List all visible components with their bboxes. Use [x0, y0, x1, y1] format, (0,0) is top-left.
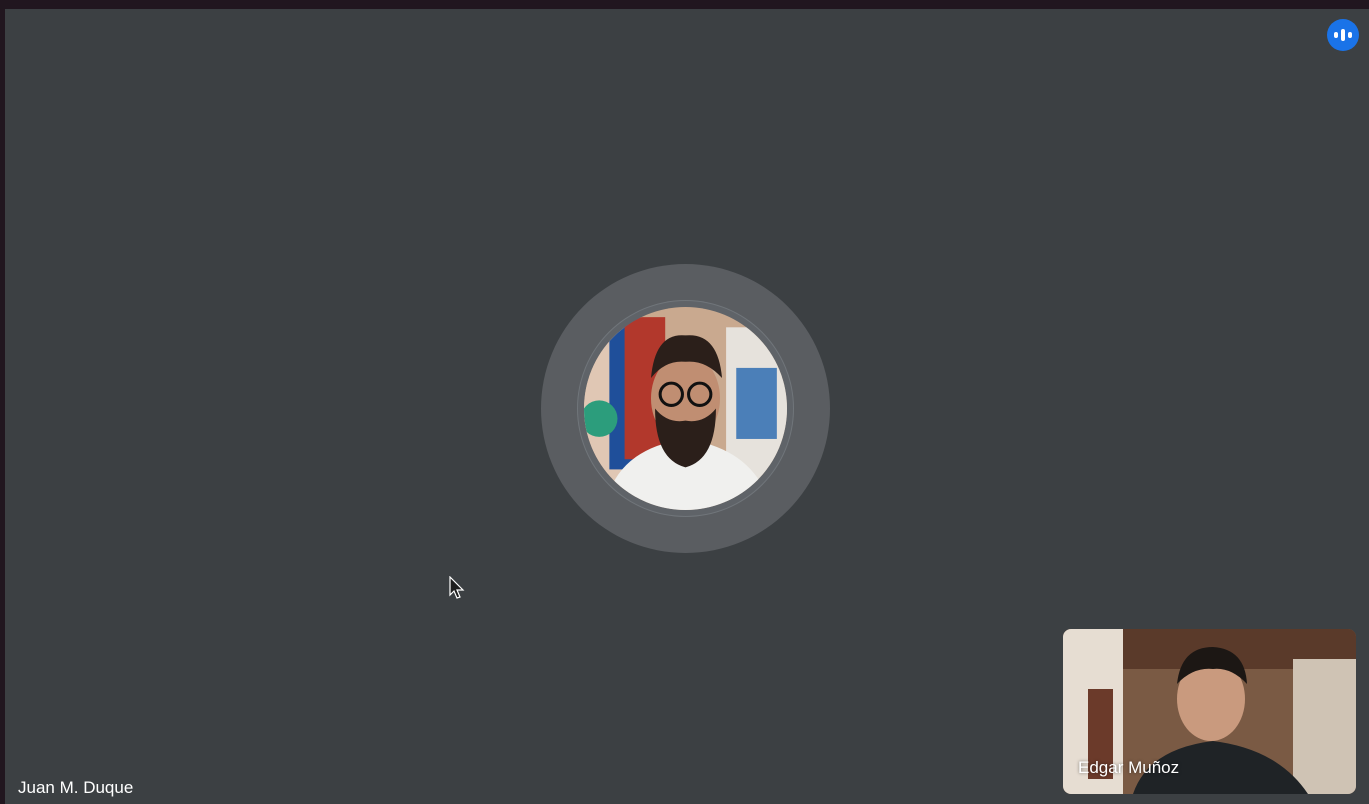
participant-photo [584, 307, 787, 510]
mouse-cursor-icon [449, 576, 465, 599]
self-view-name: Edgar Muñoz [1078, 758, 1180, 777]
audio-level-icon [1327, 19, 1359, 51]
participant-avatar[interactable] [584, 307, 787, 510]
meeting-stage: Juan M. Duque Edgar Muñoz [5, 9, 1369, 804]
self-view-tile[interactable]: Edgar Muñoz [1063, 629, 1356, 794]
participant-name: Juan M. Duque [18, 778, 134, 797]
